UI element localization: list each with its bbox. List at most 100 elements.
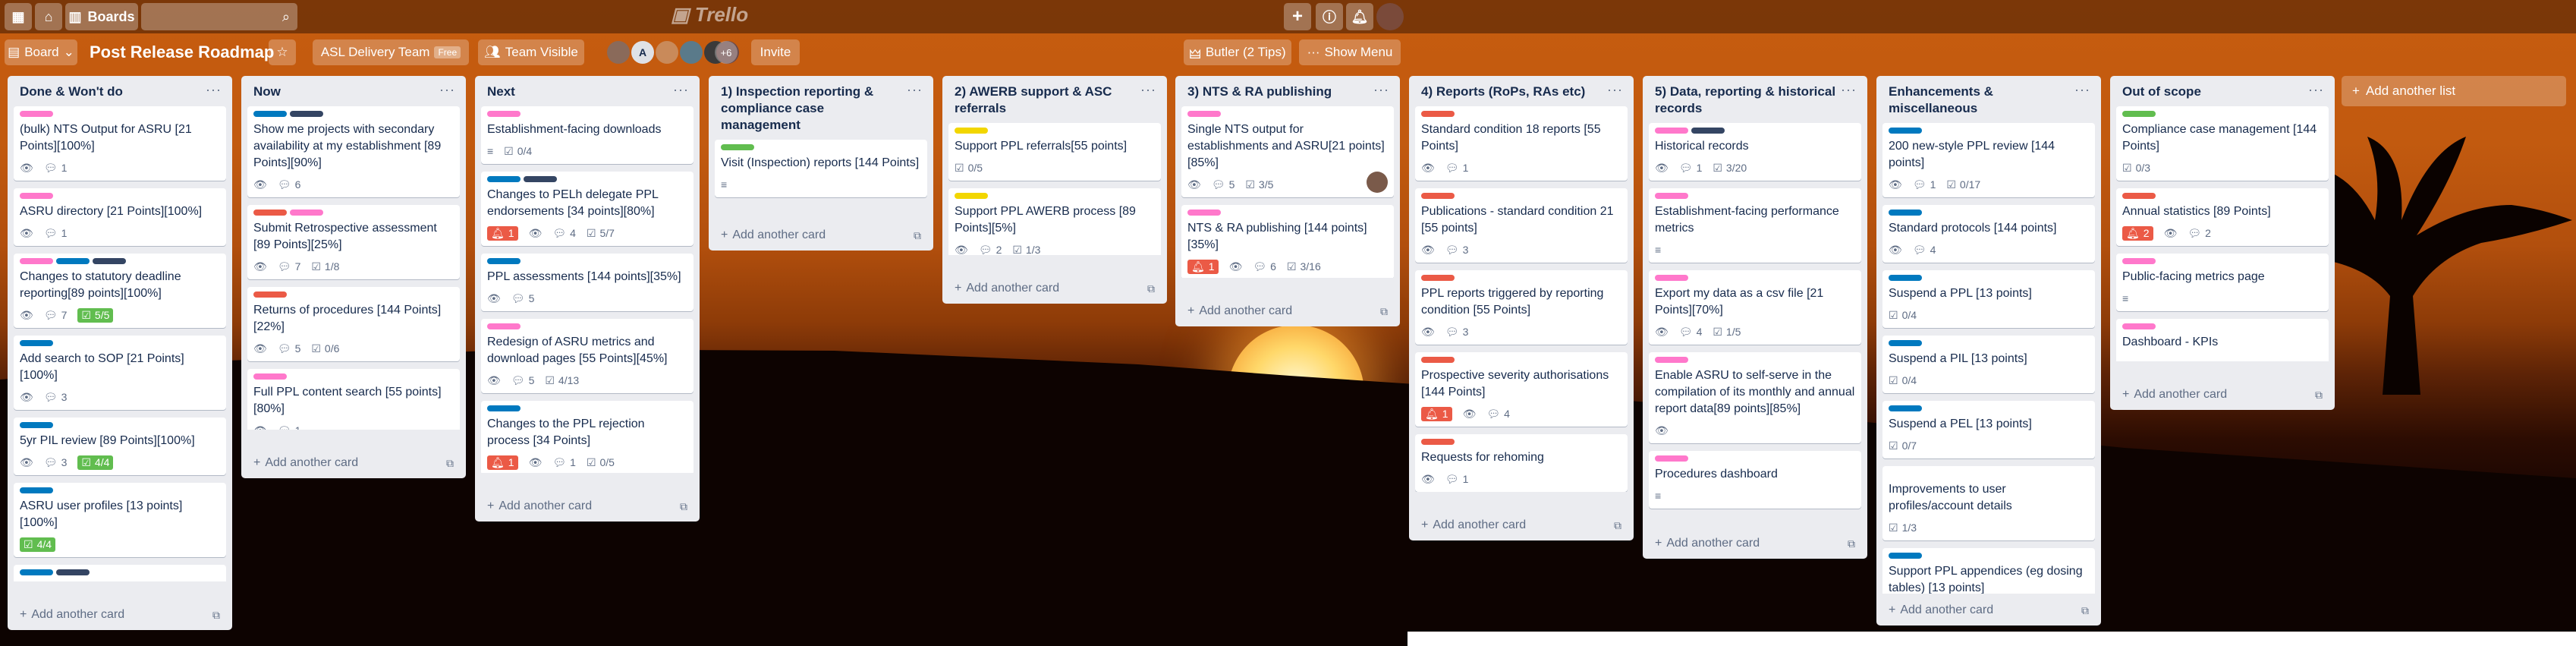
- card[interactable]: NTS & RA publishing [144 points][35%] 🔔︎ 1…: [1181, 205, 1394, 278]
- card-label[interactable]: [20, 340, 53, 346]
- card-label[interactable]: [253, 111, 287, 117]
- card-label[interactable]: [93, 258, 126, 264]
- card-template-icon[interactable]: ⧉: [914, 229, 921, 242]
- add-card-button[interactable]: + Add another card ⧉: [2116, 381, 2329, 408]
- list-menu-icon[interactable]: ···: [1373, 82, 1389, 98]
- member-avatar[interactable]: A: [631, 41, 654, 64]
- list-title[interactable]: Done & Won't do: [14, 76, 226, 106]
- card-label[interactable]: [290, 111, 323, 117]
- card[interactable]: Full PPL content search [55 points][80%]…: [247, 369, 460, 430]
- card[interactable]: Procedures dashboard ≡: [1649, 451, 1861, 509]
- card-label[interactable]: [524, 176, 557, 182]
- card-template-icon[interactable]: ⧉: [446, 457, 454, 470]
- card-label[interactable]: [1187, 210, 1221, 216]
- card-template-icon[interactable]: ⧉: [2315, 389, 2323, 402]
- card-label[interactable]: [487, 405, 521, 411]
- card-label[interactable]: [56, 258, 90, 264]
- card[interactable]: Suspend a PPL [13 points] ☑ 0/4: [1882, 270, 2095, 328]
- info-button[interactable]: ⓘ: [1316, 3, 1343, 30]
- card-template-icon[interactable]: ⧉: [1147, 282, 1155, 295]
- card-label[interactable]: [253, 291, 287, 298]
- card-label[interactable]: [1655, 128, 1688, 134]
- card-label[interactable]: [721, 144, 754, 150]
- add-card-button[interactable]: + Add another card ⧉: [14, 601, 226, 629]
- card[interactable]: Publications - standard condition 21 [55…: [1415, 188, 1628, 263]
- user-avatar[interactable]: [1376, 3, 1404, 30]
- list-title[interactable]: Out of scope: [2116, 76, 2329, 106]
- card-label[interactable]: [253, 210, 287, 216]
- member-avatar[interactable]: [656, 41, 678, 64]
- add-card-button[interactable]: + Add another card ⧉: [948, 275, 1161, 302]
- card-label[interactable]: [1889, 405, 1922, 411]
- card-template-icon[interactable]: ⧉: [212, 609, 220, 622]
- card[interactable]: Changes to statutory deadline reporting[…: [14, 254, 226, 328]
- card[interactable]: Single NTS output for establishments and…: [1181, 106, 1394, 197]
- member-avatar[interactable]: [680, 41, 703, 64]
- card-label[interactable]: [1655, 455, 1688, 462]
- card-label[interactable]: [955, 128, 988, 134]
- card[interactable]: Prospective severity authorisations [144…: [1415, 352, 1628, 427]
- card-label[interactable]: [20, 193, 53, 199]
- card-label[interactable]: [487, 258, 521, 264]
- card-label[interactable]: [1655, 193, 1688, 199]
- list-menu-icon[interactable]: ···: [206, 82, 222, 98]
- list-title[interactable]: Enhancements & miscellaneous: [1882, 76, 2095, 123]
- search-input[interactable]: ⌕: [141, 3, 297, 30]
- card-label[interactable]: [1421, 357, 1455, 363]
- card-label[interactable]: [2122, 258, 2156, 264]
- notifications-button[interactable]: 🔔︎: [1346, 3, 1373, 30]
- card[interactable]: Changes to the PPL rejection process [34…: [481, 401, 694, 473]
- card-label[interactable]: [1421, 111, 1455, 117]
- card[interactable]: Suspend a PEL [13 points] ☑ 0/7: [1882, 401, 2095, 459]
- list-menu-icon[interactable]: ···: [2074, 82, 2090, 98]
- card-label[interactable]: [20, 569, 53, 575]
- show-menu-button[interactable]: ··· Show Menu: [1299, 39, 1401, 65]
- card[interactable]: ASRU user profiles [13 points] [100%] ☑ 4/…: [14, 483, 226, 557]
- list-menu-icon[interactable]: ···: [1841, 82, 1857, 98]
- card-label[interactable]: [487, 323, 521, 329]
- card[interactable]: Show me projects with secondary availabi…: [247, 106, 460, 197]
- board-menu-button[interactable]: ▤ Board ⌄: [5, 39, 77, 65]
- card[interactable]: 200 new-style PPL review [144 points] 👁︎ 💬…: [1882, 123, 2095, 197]
- card[interactable]: ASRU directory [21 Points][100%] 👁︎ 💬︎ 1: [14, 188, 226, 246]
- apps-button[interactable]: ▦: [5, 3, 32, 30]
- card-label[interactable]: [20, 422, 53, 428]
- card-member-avatar[interactable]: [1367, 172, 1388, 193]
- list-title[interactable]: 5) Data, reporting & historical records: [1649, 76, 1861, 123]
- card[interactable]: Support PPL appendices (eg dosing tables…: [1882, 548, 2095, 594]
- card[interactable]: Changes to PELh delegate PPL endorsement…: [481, 172, 694, 246]
- create-button[interactable]: +: [1284, 3, 1311, 30]
- list-title[interactable]: 3) NTS & RA publishing: [1181, 76, 1394, 106]
- list-title[interactable]: 4) Reports (RoPs, RAs etc): [1415, 76, 1628, 106]
- card-label[interactable]: [487, 176, 521, 182]
- card[interactable]: Public-facing metrics page ≡: [2116, 254, 2329, 311]
- home-button[interactable]: ⌂: [35, 3, 62, 30]
- list-menu-icon[interactable]: ···: [673, 82, 689, 98]
- invite-button[interactable]: Invite: [751, 39, 800, 65]
- card-label[interactable]: [2122, 193, 2156, 199]
- boards-button[interactable]: ▥ Boards: [65, 3, 138, 30]
- list-menu-icon[interactable]: ···: [1140, 82, 1156, 98]
- card-template-icon[interactable]: ⧉: [1380, 305, 1388, 318]
- list-title[interactable]: 1) Inspection reporting & compliance cas…: [715, 76, 927, 140]
- card[interactable]: Dashboard - KPIs ≡: [2116, 319, 2329, 361]
- card[interactable]: Requests for rehoming 👁︎ 💬︎ 1: [1415, 434, 1628, 492]
- list-title[interactable]: 2) AWERB support & ASC referrals: [948, 76, 1161, 123]
- more-members-button[interactable]: +6: [715, 41, 738, 64]
- card-label[interactable]: [1421, 439, 1455, 445]
- card-label[interactable]: [1691, 128, 1725, 134]
- butler-button[interactable]: 🜲 Butler (2 Tips): [1184, 39, 1291, 65]
- card[interactable]: Compliance case management [144 Points] ☑…: [2116, 106, 2329, 181]
- card[interactable]: Visit (Inspection) reports [144 Points] ≡: [715, 140, 927, 197]
- card[interactable]: Suspend a PIL [13 points] ☑ 0/4: [1882, 336, 2095, 393]
- card-label[interactable]: [1889, 210, 1922, 216]
- card[interactable]: Enable ASRU to self-serve in the compila…: [1649, 352, 1861, 443]
- card[interactable]: Support PPL referrals[55 points] ☑ 0/5: [948, 123, 1161, 181]
- card-label[interactable]: [2122, 323, 2156, 329]
- card-label[interactable]: [56, 569, 90, 575]
- card[interactable]: Export my data as a csv file [21 Points]…: [1649, 270, 1861, 345]
- list-menu-icon[interactable]: ···: [907, 82, 923, 98]
- star-button[interactable]: ☆: [269, 39, 296, 65]
- card[interactable]: Establishment-facing downloads ≡ ☑ 0/4: [481, 106, 694, 164]
- add-card-button[interactable]: + Add another card ⧉: [1649, 530, 1861, 557]
